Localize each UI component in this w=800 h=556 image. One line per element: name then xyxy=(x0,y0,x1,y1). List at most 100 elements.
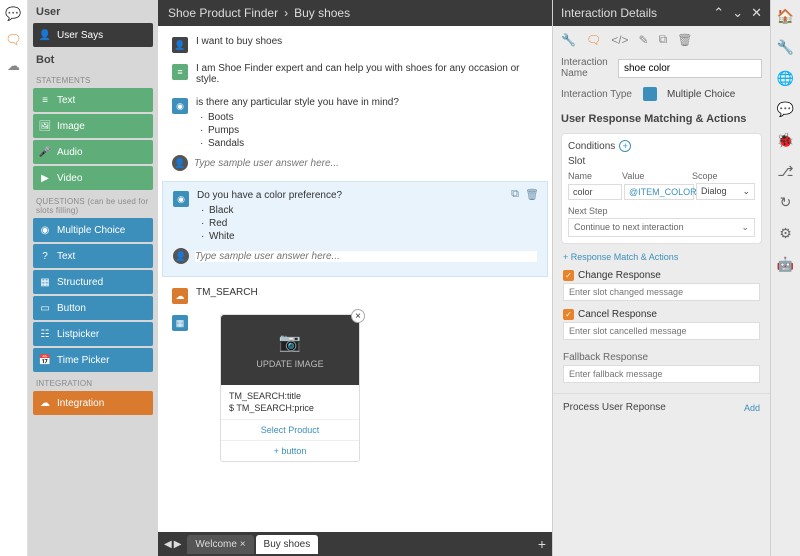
statements-label: STATEMENTS xyxy=(28,70,158,87)
integration-button[interactable]: ☁Integration xyxy=(33,391,153,415)
struct-tag-icon: ▦ xyxy=(172,315,188,331)
palette-panel: User 👤User Says Bot STATEMENTS ≡Text 🖼Im… xyxy=(28,0,158,556)
right-rail: 🏠 🔧 🌐 💬 🐞 ⎇ ↻ ⚙ 🤖 xyxy=(770,0,800,556)
q-multiple-choice[interactable]: ◉Multiple Choice xyxy=(33,218,153,242)
conditions-panel: Conditions+ Slot NameValueScope color @I… xyxy=(561,133,762,244)
qtext-icon: ? xyxy=(39,250,51,262)
wrench-icon[interactable]: 🔧 xyxy=(561,33,576,47)
stmt-video[interactable]: ▶Video xyxy=(33,166,153,190)
mc-tag-icon: ◉ xyxy=(173,191,189,207)
chat-icon[interactable]: 💬 xyxy=(777,101,794,118)
q-structured[interactable]: ▦Structured xyxy=(33,270,153,294)
bot-tag-icon: ≡ xyxy=(172,64,188,80)
text-icon: ≡ xyxy=(39,94,51,106)
details-header: Interaction Details ⌃ ⌄ ✕ xyxy=(553,0,770,26)
stmt-audio[interactable]: 🎤Audio xyxy=(33,140,153,164)
sample-answer-input[interactable] xyxy=(195,251,537,262)
comment-icon[interactable]: 🗨 xyxy=(6,32,22,48)
structured-block[interactable]: ▦ × 📷UPDATE IMAGE TM_SEARCH:title $ TM_S… xyxy=(172,314,538,462)
bot-header: Bot xyxy=(28,48,158,70)
time-icon: 📅 xyxy=(39,354,51,366)
question-1[interactable]: ◉ is there any particular style you have… xyxy=(172,97,538,175)
change-response-input[interactable] xyxy=(563,283,760,301)
q-timepicker[interactable]: 📅Time Picker xyxy=(33,348,153,372)
breadcrumb-project[interactable]: Shoe Product Finder xyxy=(168,6,278,20)
q-button[interactable]: ▭Button xyxy=(33,296,153,320)
center-panel: Shoe Product Finder › Buy shoes 👤I want … xyxy=(158,0,552,556)
cancel-response-input[interactable] xyxy=(563,322,760,340)
user-message[interactable]: 👤I want to buy shoes xyxy=(172,36,538,53)
comment-icon[interactable]: 🗨 xyxy=(586,33,601,47)
card-title: TM_SEARCH:title xyxy=(221,385,359,403)
cancel-response-checkbox[interactable]: ✓Cancel Response xyxy=(563,309,760,320)
tab-buy-shoes[interactable]: Buy shoes xyxy=(256,535,319,554)
mc-tag-icon: ◉ xyxy=(172,98,188,114)
interaction-type-row: Interaction TypeMultiple Choice xyxy=(553,83,770,105)
list-icon: ☷ xyxy=(39,328,51,340)
card-image-area[interactable]: 📷UPDATE IMAGE xyxy=(221,315,359,385)
edit-icon[interactable]: ✎ xyxy=(639,33,649,47)
close-icon[interactable]: ✕ xyxy=(751,5,762,21)
details-toolbar: 🔧 🗨 </> ✎ ⧉ 🗑 xyxy=(553,26,770,53)
sample-answer-row: 👤 xyxy=(172,155,538,171)
code-icon[interactable]: </> xyxy=(611,33,628,47)
user-says-button[interactable]: 👤User Says xyxy=(33,23,153,47)
image-icon: 🖼 xyxy=(39,120,51,132)
delete-icon[interactable]: 🗑 xyxy=(525,188,539,201)
q-listpicker[interactable]: ☷Listpicker xyxy=(33,322,153,346)
home-icon[interactable]: 🏠 xyxy=(777,8,794,25)
audio-icon: 🎤 xyxy=(39,146,51,158)
trash-icon[interactable]: 🗑 xyxy=(677,33,692,47)
bot-message[interactable]: ≡I am Shoe Finder expert and can help yo… xyxy=(172,63,538,87)
collapse-down-icon[interactable]: ⌄ xyxy=(732,5,743,21)
add-tab-icon[interactable]: + xyxy=(538,536,546,552)
avatar-icon: 👤 xyxy=(173,248,189,264)
interaction-name-input[interactable] xyxy=(618,59,762,78)
robot-icon[interactable]: 🤖 xyxy=(777,256,794,273)
cloud-icon[interactable]: ☁ xyxy=(6,58,22,74)
copy-icon[interactable]: ⧉ xyxy=(659,32,668,47)
add-condition-icon[interactable]: + xyxy=(619,140,631,152)
tab-close-icon[interactable]: × xyxy=(240,539,246,550)
wrench-icon[interactable]: 🔧 xyxy=(777,39,794,56)
process-add-link[interactable]: Add xyxy=(744,403,760,413)
process-response-row: Process User Reponse Add xyxy=(553,393,770,421)
globe-icon[interactable]: 🌐 xyxy=(777,70,794,87)
interaction-tools: ⧉🗑 xyxy=(511,188,539,201)
card-add-button-link[interactable]: + button xyxy=(221,440,359,461)
copy-icon[interactable]: ⧉ xyxy=(511,188,519,201)
stmt-image[interactable]: 🖼Image xyxy=(33,114,153,138)
chevron-down-icon: ⌄ xyxy=(741,222,749,233)
merge-icon[interactable]: ⎇ xyxy=(777,163,793,180)
collapse-up-icon[interactable]: ⌃ xyxy=(713,5,724,21)
fallback-response-input[interactable] xyxy=(563,365,760,383)
checkbox-checked-icon: ✓ xyxy=(563,309,574,320)
interaction-name-row: Interaction Name xyxy=(553,53,770,83)
bottom-tabs: ◀▶ Welcome × Buy shoes + xyxy=(158,532,552,556)
integration-block[interactable]: ☁TM_SEARCH xyxy=(172,287,538,304)
next-step-select[interactable]: Continue to next interaction⌄ xyxy=(568,218,755,237)
tab-prev-icon[interactable]: ◀ xyxy=(164,539,172,550)
bug-icon[interactable]: 🐞 xyxy=(777,132,794,149)
chevron-down-icon[interactable]: ⌄ xyxy=(742,186,750,197)
chat-icon[interactable]: 💬 xyxy=(6,6,22,22)
stmt-text[interactable]: ≡Text xyxy=(33,88,153,112)
flow-canvas[interactable]: 👤I want to buy shoes ≡I am Shoe Finder e… xyxy=(158,26,552,532)
q-text[interactable]: ?Text xyxy=(33,244,153,268)
add-response-match-link[interactable]: + Response Match & Actions xyxy=(553,248,770,266)
slot-row[interactable]: color @ITEM_COLOR Dialog⌄ xyxy=(568,183,755,200)
gear-icon[interactable]: ⚙ xyxy=(779,225,792,242)
checkbox-checked-icon: ✓ xyxy=(563,270,574,281)
change-response-checkbox[interactable]: ✓Change Response xyxy=(563,270,760,281)
card-select-link[interactable]: Select Product xyxy=(221,419,359,440)
close-icon[interactable]: × xyxy=(351,309,365,323)
history-icon[interactable]: ↻ xyxy=(780,194,792,211)
sample-answer-input[interactable] xyxy=(194,158,538,169)
tab-next-icon[interactable]: ▶ xyxy=(174,539,182,550)
camera-icon: 📷 xyxy=(279,332,301,353)
avatar-icon: 👤 xyxy=(172,155,188,171)
tab-welcome[interactable]: Welcome × xyxy=(187,535,253,554)
card-price: $ TM_SEARCH:price xyxy=(221,403,359,419)
breadcrumb: Shoe Product Finder › Buy shoes xyxy=(158,0,552,26)
selected-interaction[interactable]: ⧉🗑 ◉ Do you have a color preference? Bla… xyxy=(162,181,548,277)
